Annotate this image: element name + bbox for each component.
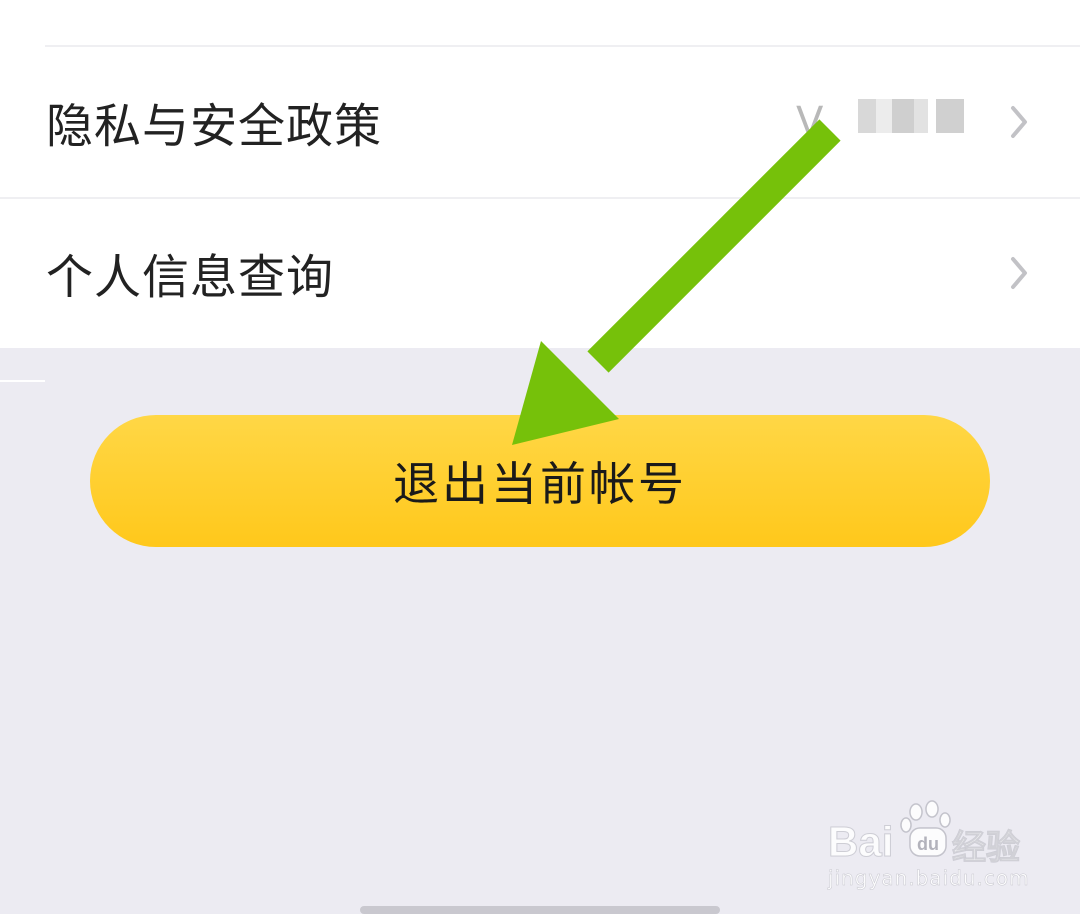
settings-item-personal-info-query[interactable]: 个人信息查询 bbox=[0, 197, 1080, 347]
watermark-product: 经验 bbox=[952, 828, 1021, 869]
watermark-url: jingyan.baidu.com bbox=[828, 866, 1030, 891]
settings-item-privacy-policy[interactable]: 隐私与安全政策 V bbox=[0, 47, 1080, 197]
watermark-brand: Bai bbox=[827, 818, 894, 866]
logout-button[interactable]: 退出当前帐号 bbox=[90, 415, 990, 547]
logout-button-label: 退出当前帐号 bbox=[393, 457, 687, 511]
chevron-right-icon bbox=[1011, 257, 1027, 289]
svg-text:du: du bbox=[917, 834, 939, 854]
paw-icon: du bbox=[900, 800, 951, 857]
settings-list: 隐私与安全政策 V 个人信息查询 bbox=[0, 0, 1080, 348]
home-indicator[interactable] bbox=[360, 906, 720, 914]
divider bbox=[0, 380, 45, 382]
baidu-jingyan-watermark: Bai du 经验 jingyan.baidu.com bbox=[827, 800, 1030, 896]
settings-page: 隐私与安全政策 V 个人信息查询 退出当前帐号 Bai du 经验 jingya… bbox=[0, 0, 1080, 914]
chevron-right-icon bbox=[1011, 106, 1027, 138]
version-value: V bbox=[796, 99, 824, 145]
redacted-version-mask bbox=[858, 99, 964, 133]
settings-item-label: 个人信息查询 bbox=[46, 250, 334, 306]
settings-item-label: 隐私与安全政策 bbox=[46, 99, 382, 155]
